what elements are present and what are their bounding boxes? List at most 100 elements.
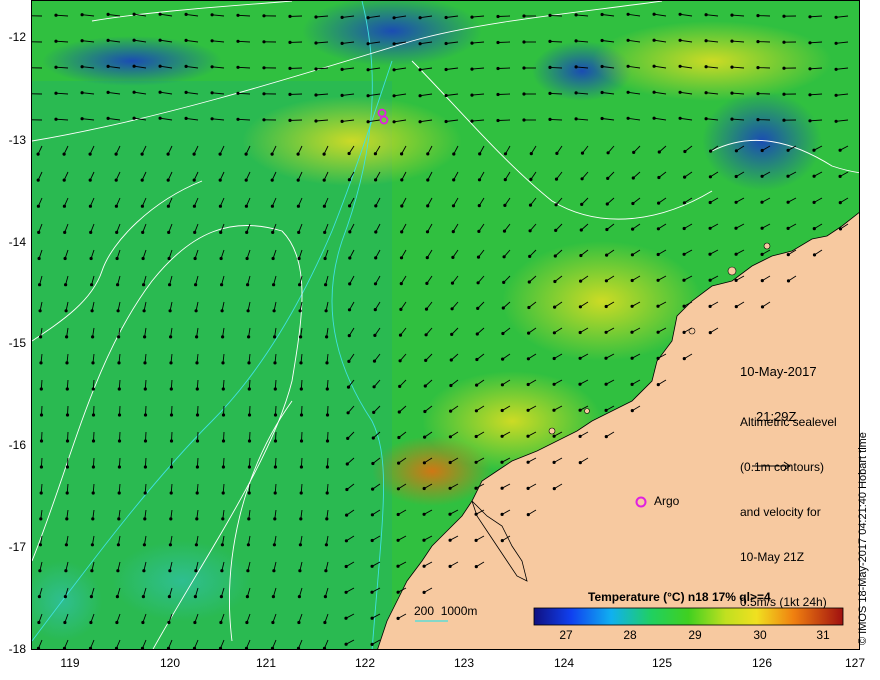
velocity-arrow-head (370, 538, 374, 543)
velocity-arrow-head (604, 435, 608, 439)
velocity-arrow-head (221, 335, 225, 339)
velocity-arrow-head (657, 175, 661, 180)
velocity-arrow-head (347, 178, 351, 182)
velocity-arrow-head (322, 178, 326, 182)
velocity-arrow-head (314, 93, 318, 97)
velocity-arrow-head (552, 434, 556, 438)
velocity-arrow-head (370, 616, 374, 620)
velocity-arrow (549, 66, 563, 69)
velocity-arrow-head (80, 39, 84, 43)
velocity-arrow-head (195, 413, 200, 417)
altimetry-line: (0.1m contours) (740, 460, 825, 474)
velocity-arrow-head (54, 65, 58, 69)
velocity-arrow-head (39, 413, 44, 417)
velocity-arrow-head (325, 361, 329, 365)
velocity-arrow-head (296, 152, 300, 156)
velocity-arrow-head (604, 330, 608, 334)
velocity-arrow-head (553, 279, 557, 284)
velocity-arrow-head (247, 413, 252, 417)
velocity-arrow-head (167, 620, 171, 625)
velocity-arrow-head (760, 200, 764, 204)
velocity-arrow-head (578, 434, 582, 438)
velocity-arrow-head (115, 595, 119, 599)
velocity-arrow-head (106, 12, 110, 16)
velocity-arrow-head (422, 538, 426, 542)
velocity-arrow-head (221, 517, 225, 521)
velocity-arrow-head (273, 465, 277, 469)
velocity-arrow-head (236, 13, 240, 17)
velocity-arrow-head (496, 92, 500, 97)
velocity-arrow-head (756, 14, 760, 18)
velocity-arrow-head (522, 14, 526, 18)
velocity-arrow-head (449, 409, 453, 413)
velocity-arrow-head (552, 487, 556, 491)
velocity-arrow-head (704, 39, 708, 43)
velocity-arrow-head (65, 361, 69, 365)
velocity-arrow-head (426, 204, 430, 208)
velocity-arrow-head (62, 204, 66, 208)
velocity-arrow-head (141, 230, 145, 234)
velocity-arrow-head (91, 491, 95, 495)
velocity-arrow-head (221, 491, 225, 495)
velocity-arrow-head (708, 304, 712, 308)
velocity-arrow-head (271, 620, 275, 625)
velocity-arrow-head (271, 595, 275, 599)
velocity-arrow-head (475, 332, 479, 336)
velocity-arrow-head (347, 308, 352, 312)
colorbar-tick: 31 (816, 628, 830, 642)
velocity-arrow-head (218, 204, 222, 208)
velocity-arrow-head (272, 309, 276, 313)
velocity-arrow-head (325, 465, 329, 469)
velocity-arrow-head (500, 539, 504, 543)
velocity-arrow-head (324, 309, 328, 313)
velocity-arrow-head (476, 255, 481, 259)
velocity-arrow-head (496, 14, 500, 19)
velocity-arrow-head (314, 15, 318, 19)
velocity-arrow-head (115, 256, 119, 261)
velocity-arrow-head (834, 119, 838, 123)
velocity-arrow-head (626, 12, 630, 16)
velocity-arrow-head (444, 41, 448, 46)
velocity-arrow-head (374, 256, 378, 260)
island (548, 427, 556, 435)
velocity-arrow-head (652, 90, 656, 94)
velocity-arrow-head (325, 491, 329, 495)
velocity-arrow-head (218, 646, 223, 649)
velocity-arrow-head (168, 569, 172, 573)
velocity-arrow-head (247, 465, 251, 469)
velocity-arrow-head (63, 595, 67, 599)
velocity-arrow-head (143, 491, 147, 495)
velocity-arrow-head (730, 117, 734, 121)
velocity-arrow-head (526, 408, 530, 412)
velocity-arrow-head (167, 230, 171, 234)
velocity-arrow-head (632, 150, 636, 154)
velocity-arrow-head (786, 279, 791, 283)
velocity-arrow-head (704, 65, 708, 69)
velocity-arrow-head (448, 460, 452, 465)
velocity-arrow-head (502, 229, 507, 233)
velocity-arrow-head (270, 152, 274, 156)
velocity-arrow-head (80, 65, 84, 69)
velocity-arrow-head (734, 278, 738, 282)
velocity-arrow-head (168, 543, 172, 547)
velocity-arrow-head (298, 569, 302, 573)
velocity-arrow-head (63, 230, 67, 234)
velocity-arrow-head (366, 94, 370, 98)
velocity-arrow-head (297, 595, 301, 599)
velocity-arrow-head (734, 200, 738, 204)
velocity-arrow-head (247, 361, 251, 365)
velocity-arrow-head (682, 304, 686, 308)
velocity-arrow-head (340, 93, 344, 97)
velocity-arrow-head (91, 335, 95, 339)
velocity-arrow-head (786, 174, 790, 178)
velocity-arrow-head (90, 543, 94, 547)
velocity-arrow-head (548, 117, 552, 121)
velocity-arrow-head (117, 413, 122, 417)
velocity-arrow-head (422, 461, 426, 465)
velocity-arrow-head (678, 116, 682, 120)
velocity-arrow-head (398, 359, 402, 363)
velocity-arrow-head (529, 177, 533, 181)
velocity-arrow-head (476, 281, 480, 285)
velocity-arrow-head (392, 120, 396, 124)
velocity-arrow-head (344, 539, 348, 543)
